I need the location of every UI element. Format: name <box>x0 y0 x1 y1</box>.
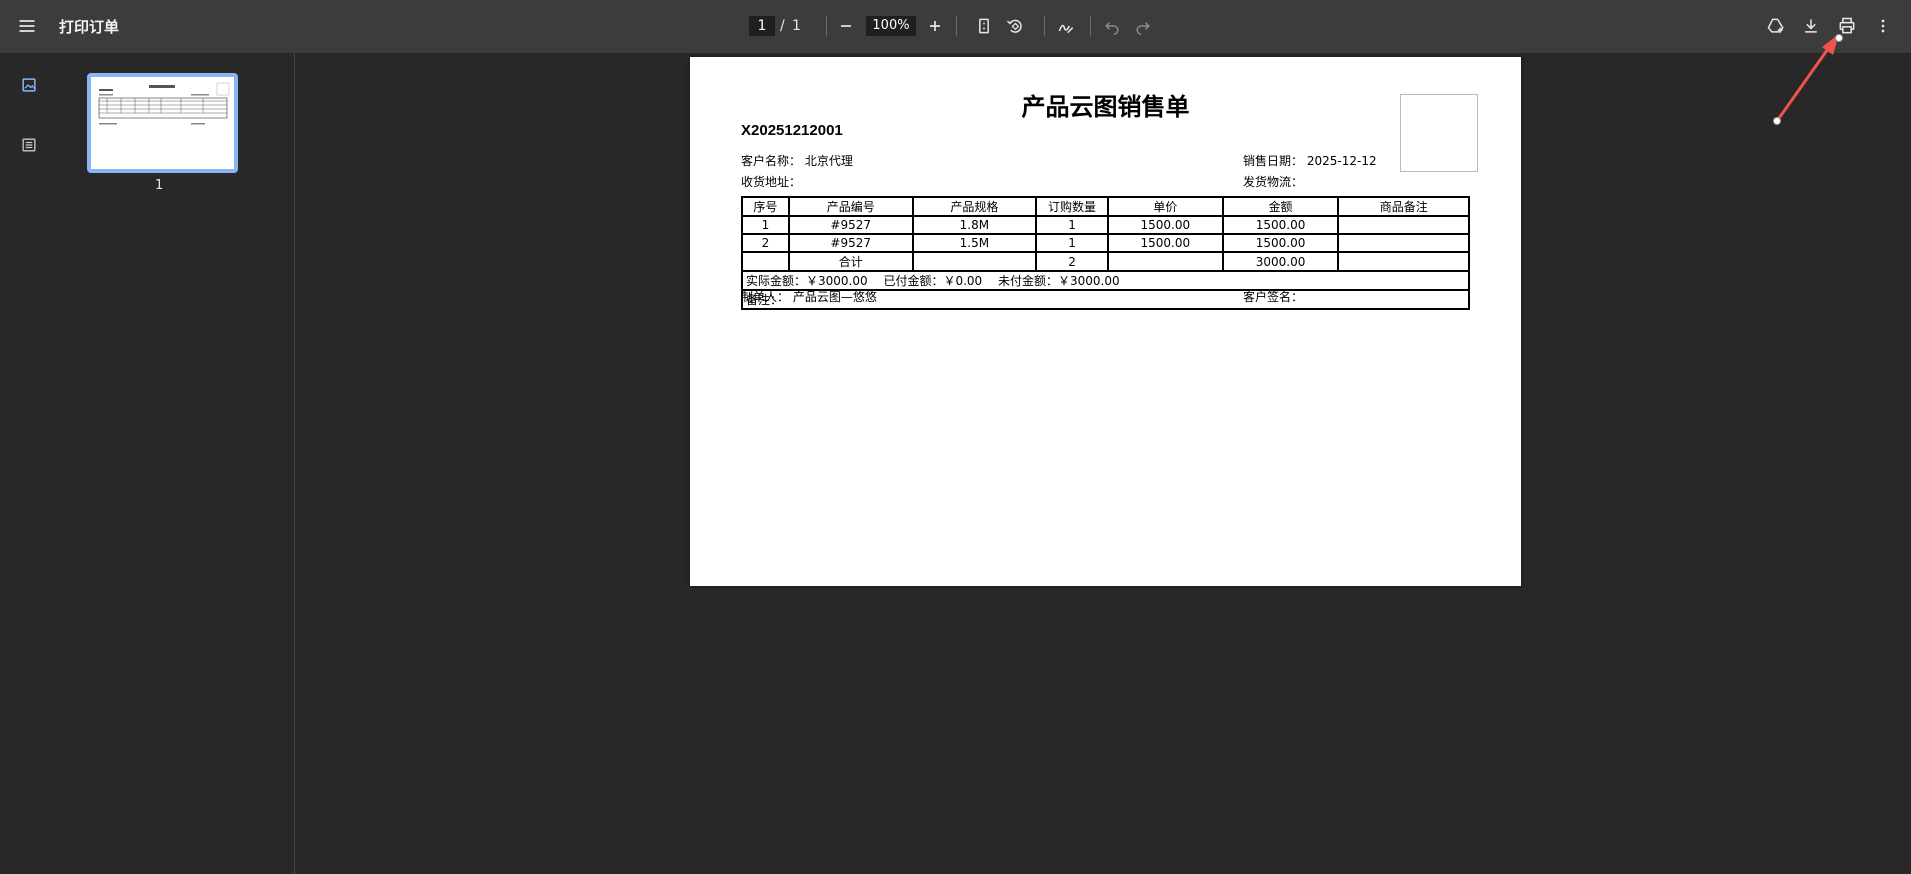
annotation-end-dot <box>1835 34 1843 42</box>
annotation-start-dot <box>1773 117 1781 125</box>
annotation-arrow <box>1775 34 1839 122</box>
